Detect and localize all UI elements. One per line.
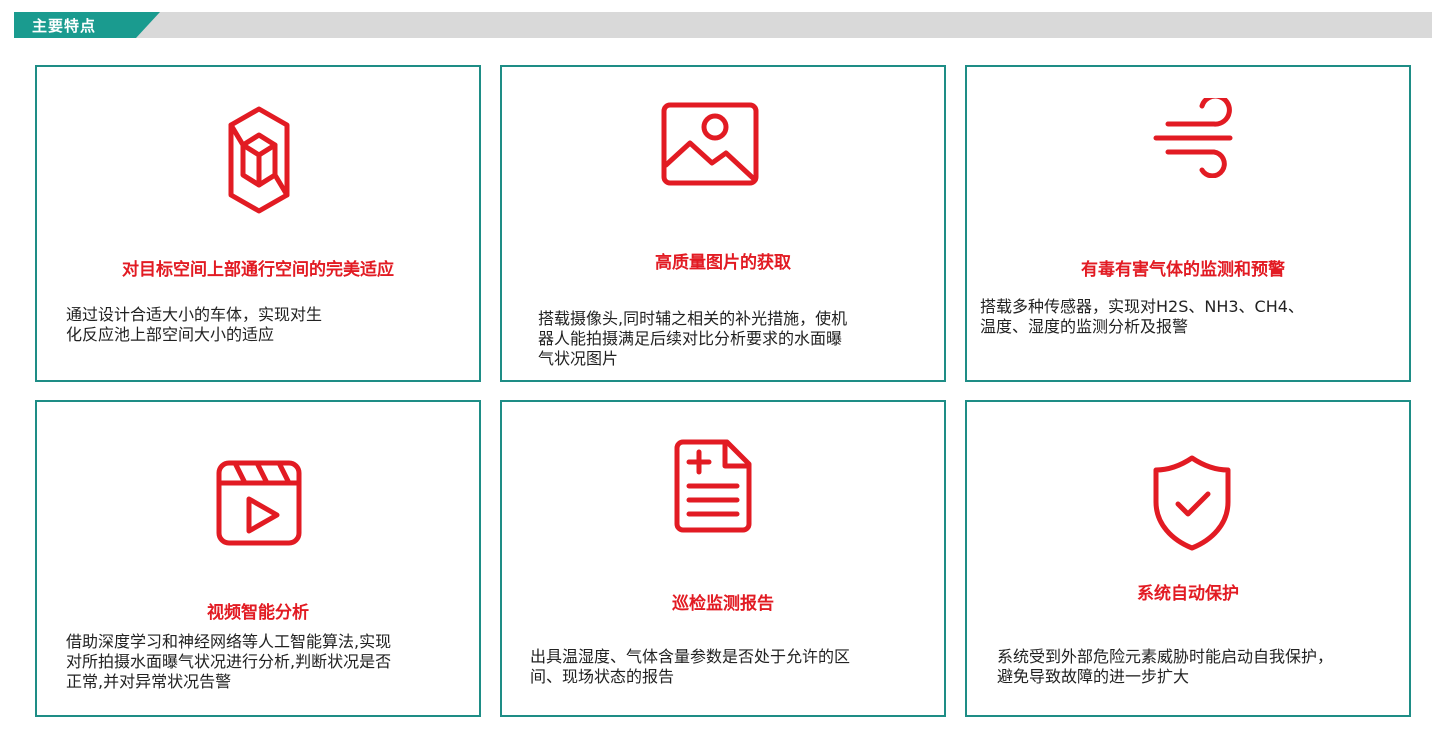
- section-header-bar: 主要特点: [14, 12, 1432, 38]
- section-header-tab: 主要特点: [14, 12, 160, 38]
- report-document-icon: [673, 438, 753, 534]
- card-title: 有毒有害气体的监测和预警: [1081, 260, 1285, 280]
- card-description: 搭载摄像头,同时辅之相关的补光措施，使机 器人能拍摄满足后续对比分析要求的水面曝…: [538, 309, 848, 368]
- video-play-icon: [215, 459, 303, 547]
- feature-card-space-adaptation: 对目标空间上部通行空间的完美适应 通过设计合适大小的车体，实现对生 化反应池上部…: [35, 65, 481, 382]
- feature-card-image-capture: 高质量图片的获取 搭载摄像头,同时辅之相关的补光措施，使机 器人能拍摄满足后续对…: [500, 65, 946, 382]
- card-title: 对目标空间上部通行空间的完美适应: [122, 260, 394, 280]
- card-description: 系统受到外部危险元素威胁时能启动自我保护， 避免导致故障的进一步扩大: [997, 647, 1334, 686]
- shield-check-icon: [1152, 454, 1232, 552]
- card-title: 巡检监测报告: [672, 594, 774, 614]
- card-title: 视频智能分析: [207, 603, 309, 623]
- section-title: 主要特点: [32, 16, 97, 35]
- image-icon: [660, 101, 760, 187]
- card-title: 高质量图片的获取: [655, 253, 791, 273]
- card-description: 借助深度学习和神经网络等人工智能算法,实现 对所拍摄水面曝气状况进行分析,判断状…: [66, 632, 392, 691]
- card-description: 通过设计合适大小的车体，实现对生 化反应池上部空间大小的适应: [66, 305, 323, 344]
- feature-card-gas-monitoring: 有毒有害气体的监测和预警 搭载多种传感器，实现对H2S、NH3、CH4、 温度、…: [965, 65, 1411, 382]
- wind-icon: [1152, 98, 1248, 178]
- card-description: 出具温湿度、气体含量参数是否处于允许的区 间、现场状态的报告: [530, 647, 851, 686]
- card-title: 系统自动保护: [1137, 584, 1239, 604]
- card-description: 搭载多种传感器，实现对H2S、NH3、CH4、 温度、湿度的监测分析及报警: [980, 297, 1304, 336]
- cube-icon: [227, 105, 291, 215]
- feature-card-video-analysis: 视频智能分析 借助深度学习和神经网络等人工智能算法,实现 对所拍摄水面曝气状况进…: [35, 400, 481, 717]
- feature-card-inspection-report: 巡检监测报告 出具温湿度、气体含量参数是否处于允许的区 间、现场状态的报告: [500, 400, 946, 717]
- feature-card-auto-protection: 系统自动保护 系统受到外部危险元素威胁时能启动自我保护， 避免导致故障的进一步扩…: [965, 400, 1411, 717]
